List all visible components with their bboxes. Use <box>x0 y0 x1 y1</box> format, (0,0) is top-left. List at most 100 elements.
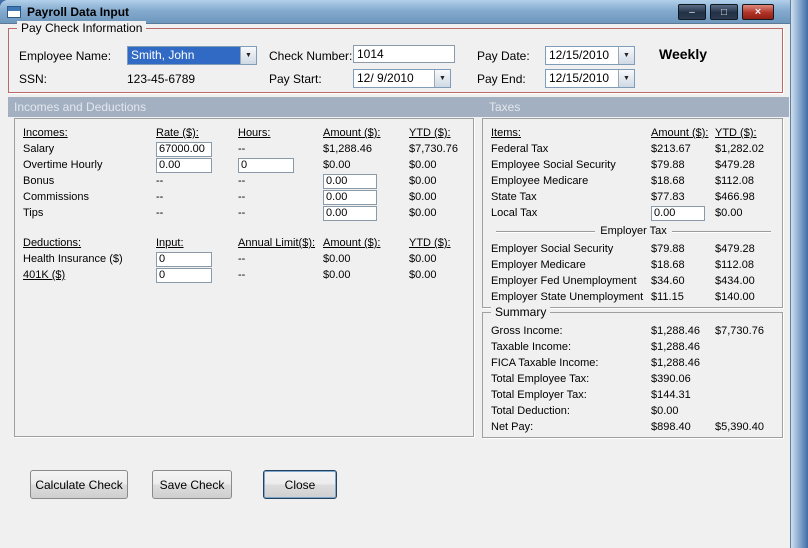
tax-ytd: $112.08 <box>715 259 754 271</box>
deduction-limit: -- <box>238 269 246 281</box>
tax-row-emp-ss: Employee Social Security $79.88 $479.28 <box>491 157 782 173</box>
close-button[interactable]: Close <box>263 470 337 499</box>
tax-ytd: $1,282.02 <box>715 143 764 155</box>
taxes-panel: Items: Amount ($): YTD ($): Federal Tax … <box>482 118 783 308</box>
summary-panel: Summary Gross Income: $1,288.46 $7,730.7… <box>482 305 783 438</box>
pay-date-picker[interactable]: 12/15/2010 ▼ <box>545 46 635 65</box>
incomes-col-rate: Rate ($): <box>156 127 199 139</box>
deductions-header-row: Deductions: Input: Annual Limit($): Amou… <box>23 235 473 251</box>
app-icon <box>7 5 21 18</box>
income-label: Tips <box>23 207 44 219</box>
incomes-col-ytd: YTD ($): <box>409 127 451 139</box>
income-row-tips: Tips -- -- $0.00 <box>23 205 473 221</box>
tax-amount: $79.88 <box>651 243 685 255</box>
paycheck-info-group: Pay Check Information Employee Name: Smi… <box>8 21 783 93</box>
deduction-label: Health Insurance ($) <box>23 253 123 265</box>
pay-end-label: Pay End: <box>477 72 526 86</box>
chevron-down-icon: ▼ <box>240 47 256 64</box>
tax-amount: $18.68 <box>651 259 685 271</box>
overtime-hours-input[interactable] <box>238 157 294 173</box>
pay-start-picker[interactable]: 12/ 9/2010 ▼ <box>353 69 451 88</box>
bonus-amount-input[interactable] <box>323 173 377 189</box>
salary-rate-input[interactable] <box>156 141 212 157</box>
tax-row-er-medicare: Employer Medicare $18.68 $112.08 <box>491 257 782 273</box>
tax-amount: $79.88 <box>651 159 685 171</box>
chevron-down-icon: ▼ <box>434 70 450 87</box>
deduction-limit: -- <box>238 253 246 265</box>
employee-name-combo[interactable]: Smith, John ▼ <box>127 46 257 65</box>
tax-label: Employee Medicare <box>491 175 589 187</box>
tax-label: Employee Social Security <box>491 159 616 171</box>
maximize-button[interactable]: □ <box>710 4 738 20</box>
summary-row-deduction: Total Deduction: $0.00 <box>491 403 782 419</box>
income-row-salary: Salary -- $1,288.46 $7,730.76 <box>23 141 473 157</box>
tax-ytd: $0.00 <box>715 207 743 219</box>
tax-label: Local Tax <box>491 207 538 219</box>
deduction-row-health: Health Insurance ($) -- $0.00 $0.00 <box>23 251 473 267</box>
summary-row-employer-tax: Total Employer Tax: $144.31 <box>491 387 782 403</box>
income-ytd: $0.00 <box>409 159 437 171</box>
pay-date-label: Pay Date: <box>477 49 530 63</box>
tax-amount: $77.83 <box>651 191 685 203</box>
employee-name-label: Employee Name: <box>19 49 112 63</box>
check-number-input[interactable] <box>353 45 455 63</box>
401k-input[interactable] <box>156 267 212 283</box>
save-check-button[interactable]: Save Check <box>152 470 232 499</box>
deductions-col-amount: Amount ($): <box>323 237 381 249</box>
employee-name-value: Smith, John <box>128 47 240 64</box>
pay-end-value: 12/15/2010 <box>549 71 610 85</box>
deduction-ytd: $0.00 <box>409 253 437 265</box>
health-insurance-input[interactable] <box>156 251 212 267</box>
close-window-button[interactable]: × <box>742 4 774 20</box>
income-amount: $1,288.46 <box>323 143 372 155</box>
window-title: Payroll Data Input <box>27 4 130 19</box>
summary-amount: $390.06 <box>651 373 691 385</box>
local-tax-input[interactable] <box>651 205 705 221</box>
tax-ytd: $434.00 <box>715 275 755 287</box>
income-hours: -- <box>238 207 246 219</box>
tax-row-state: State Tax $77.83 $466.98 <box>491 189 782 205</box>
incomes-deductions-panel: Incomes: Rate ($): Hours: Amount ($): YT… <box>14 118 474 437</box>
summary-row-gross: Gross Income: $1,288.46 $7,730.76 <box>491 323 782 339</box>
tax-ytd: $479.28 <box>715 159 755 171</box>
deductions-col-limit: Annual Limit($): <box>238 237 316 249</box>
ssn-value: 123-45-6789 <box>127 72 196 86</box>
summary-label: FICA Taxable Income: <box>491 357 599 369</box>
summary-label: Gross Income: <box>491 325 563 337</box>
income-rate: -- <box>156 191 164 203</box>
income-hours: -- <box>238 191 246 203</box>
income-ytd: $0.00 <box>409 175 437 187</box>
tax-label: Employer Medicare <box>491 259 586 271</box>
summary-row-net-pay: Net Pay: $898.40 $5,390.40 <box>491 419 782 435</box>
income-label: Commissions <box>23 191 90 203</box>
tips-amount-input[interactable] <box>323 205 377 221</box>
deduction-row-401k: 401K ($) -- $0.00 $0.00 <box>23 267 473 283</box>
paycheck-info-group-title: Pay Check Information <box>17 21 147 35</box>
income-hours: -- <box>238 143 246 155</box>
minimize-button[interactable]: – <box>678 4 706 20</box>
calculate-check-button[interactable]: Calculate Check <box>30 470 128 499</box>
deductions-col-input: Input: <box>156 237 184 249</box>
commissions-amount-input[interactable] <box>323 189 377 205</box>
incomes-section-header: Incomes and Deductions <box>14 100 147 114</box>
deduction-label: 401K ($) <box>23 269 66 281</box>
summary-row-taxable: Taxable Income: $1,288.46 <box>491 339 782 355</box>
payroll-window: Payroll Data Input – □ × Pay Check Infor… <box>0 0 791 548</box>
tax-label: Employer State Unemployment <box>491 291 644 303</box>
employer-tax-header: Employer Tax <box>600 225 667 237</box>
taxes-header-row: Items: Amount ($): YTD ($): <box>491 125 782 141</box>
income-ytd: $0.00 <box>409 207 437 219</box>
income-ytd: $0.00 <box>409 191 437 203</box>
overtime-rate-input[interactable] <box>156 157 212 173</box>
section-header-strip: Incomes and Deductions Taxes <box>8 97 789 117</box>
taxes-col-items: Items: <box>491 127 521 139</box>
income-row-commissions: Commissions -- -- $0.00 <box>23 189 473 205</box>
pay-date-value: 12/15/2010 <box>549 48 610 62</box>
tax-row-federal: Federal Tax $213.67 $1,282.02 <box>491 141 782 157</box>
summary-label: Net Pay: <box>491 421 534 433</box>
deductions-col-ytd: YTD ($): <box>409 237 451 249</box>
tax-amount: $213.67 <box>651 143 691 155</box>
pay-end-picker[interactable]: 12/15/2010 ▼ <box>545 69 635 88</box>
tax-row-local: Local Tax $0.00 <box>491 205 782 221</box>
summary-ytd: $7,730.76 <box>715 325 764 337</box>
